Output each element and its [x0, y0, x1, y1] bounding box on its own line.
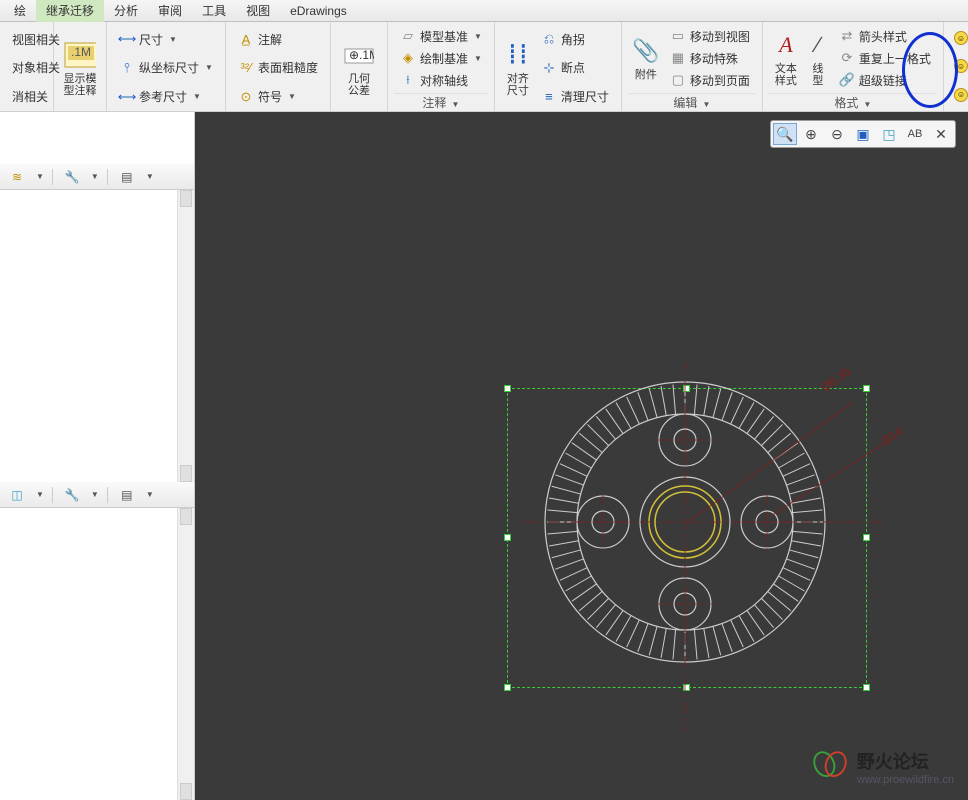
move-special-button[interactable]: ▦移动特殊	[668, 48, 752, 69]
cleanup-icon: ≡	[541, 89, 557, 105]
attachment-icon: 📎	[630, 35, 662, 67]
attachment-button[interactable]: 📎 附件	[628, 25, 664, 91]
refit-icon[interactable]: ▣	[851, 123, 875, 145]
drawing-canvas[interactable]: 🔍 ⊕ ⊖ ▣ ◳ AB ✕	[195, 112, 968, 800]
svg-text:Ø6.35: Ø6.35	[819, 364, 854, 394]
svg-text:⊕.1M: ⊕.1M	[349, 48, 374, 62]
svg-text:.1M: .1M	[71, 45, 91, 59]
smiley-icon: ☺	[954, 59, 968, 73]
surface-icon: ³²∕	[238, 60, 254, 76]
menu-bar: 绘 继承迁移 分析 审阅 工具 视图 eDrawings	[0, 0, 968, 22]
smiley-icon: ☺	[954, 88, 968, 102]
text-icon[interactable]: AB	[903, 123, 927, 145]
menu-item[interactable]: 继承迁移	[36, 0, 104, 22]
group-label-edit: 编辑 ▼	[628, 93, 756, 111]
watermark-url: www.proewildfire.cn	[857, 774, 954, 786]
watermark: 野火论坛 www.proewildfire.cn	[811, 748, 954, 786]
align-icon: ┋┋	[502, 39, 534, 71]
panel-toolbar-top: ≋▼ 🔧▼ ▤▼	[0, 164, 194, 190]
zoom-in-icon[interactable]: ⊕	[799, 123, 823, 145]
model-datum-button[interactable]: ▱模型基准▼	[398, 26, 484, 47]
align-dim-button[interactable]: ┋┋ 对齐 尺寸	[501, 25, 535, 111]
arrow-icon: ⇄	[839, 28, 855, 44]
tools-icon[interactable]: ✕	[929, 123, 953, 145]
list-icon[interactable]: ▤	[116, 485, 138, 505]
ref-dim-icon: ⟷	[119, 89, 135, 105]
svg-text:Ø14: Ø14	[879, 424, 906, 449]
geom-tolerance-button[interactable]: ⊕.1M 几何 公差	[337, 25, 381, 111]
panel-body-top[interactable]	[0, 190, 194, 482]
repeat-icon: ⟳	[839, 50, 855, 66]
break-button[interactable]: ⊹断点	[539, 57, 611, 78]
note-icon: A̲	[238, 31, 254, 47]
note-button[interactable]: A̲注解	[236, 29, 320, 50]
model-annotation-icon: .1M	[64, 39, 96, 71]
move-to-page-button[interactable]: ▢移动到页面	[668, 70, 752, 91]
list-icon[interactable]: ▤	[116, 167, 138, 187]
zoom-window-icon[interactable]: 🔍	[773, 123, 797, 145]
group-label-annotation: 注释 ▼	[394, 93, 488, 111]
ribbon: 视图相关 对象相关 消相关 .1M 显示模 型注释 ⟷尺寸▼ ⫯纵坐标尺寸▼ ⟷…	[0, 22, 968, 112]
arrow-style-button[interactable]: ⇄箭头样式	[837, 26, 933, 47]
break-icon: ⊹	[541, 60, 557, 76]
menu-item[interactable]: 审阅	[148, 0, 192, 22]
ref-dim-button[interactable]: ⟷参考尺寸▼	[117, 86, 215, 107]
model-icon[interactable]: ◫	[6, 485, 28, 505]
zoom-out-icon[interactable]: ⊖	[825, 123, 849, 145]
group-label-format: 格式 ▼	[769, 93, 937, 111]
symbol-button[interactable]: ⊙符号▼	[236, 86, 320, 107]
axis-icon: ⟊	[400, 72, 416, 88]
menu-item[interactable]: 工具	[192, 0, 236, 22]
line-style-icon: ∕	[802, 29, 834, 61]
panel-toolbar-bottom: ◫▼ 🔧▼ ▤▼	[0, 482, 194, 508]
ordinate-icon: ⫯	[119, 60, 135, 76]
workspace: ≋▼ 🔧▼ ▤▼ ◫▼ 🔧▼ ▤▼ 🔍 ⊕ ⊖ ▣ ◳ AB ✕	[0, 112, 968, 800]
jog-icon: ⎌	[541, 31, 557, 47]
ordinate-dim-button[interactable]: ⫯纵坐标尺寸▼	[117, 57, 215, 78]
text-style-icon: A	[770, 29, 802, 61]
panel-body-bottom[interactable]	[0, 508, 194, 800]
tolerance-indicators: ☺-0.1 0 ☺-0.01 -0.01 ☺±0.05	[944, 22, 968, 111]
layer-icon[interactable]: ≋	[6, 167, 28, 187]
show-model-annotations-button[interactable]: .1M 显示模 型注释	[60, 25, 100, 111]
dimension-icon: ⟷	[119, 31, 135, 47]
view-toolbar: 🔍 ⊕ ⊖ ▣ ◳ AB ✕	[770, 120, 956, 148]
smiley-icon: ☺	[954, 31, 968, 45]
draw-datum-button[interactable]: ◈绘制基准▼	[398, 48, 484, 69]
line-style-button[interactable]: ∕ 线 型	[803, 25, 833, 91]
menu-item[interactable]: 分析	[104, 0, 148, 22]
menu-item[interactable]: eDrawings	[280, 1, 357, 21]
datum-icon: ▱	[400, 28, 416, 44]
move-special-icon: ▦	[670, 50, 686, 66]
link-icon: 🔗	[839, 72, 855, 88]
filter-icon[interactable]: 🔧	[61, 485, 83, 505]
move-view-icon: ▭	[670, 28, 686, 44]
surface-finish-button[interactable]: ³²∕表面粗糙度	[236, 57, 320, 78]
symmetry-axis-button[interactable]: ⟊对称轴线	[398, 70, 484, 91]
side-panel: ≋▼ 🔧▼ ▤▼ ◫▼ 🔧▼ ▤▼	[0, 112, 195, 800]
repeat-format-button[interactable]: ⟳重复上一格式	[837, 48, 933, 69]
watermark-logo-icon	[811, 750, 849, 784]
dimension-button[interactable]: ⟷尺寸▼	[117, 29, 215, 50]
gtol-icon: ⊕.1M	[343, 39, 375, 71]
scrollbar[interactable]	[177, 508, 194, 800]
cleanup-dim-button[interactable]: ≡清理尺寸	[539, 86, 611, 107]
jog-button[interactable]: ⎌角拐	[539, 29, 611, 50]
watermark-name: 野火论坛	[857, 748, 954, 774]
symbol-icon: ⊙	[238, 89, 254, 105]
view-icon[interactable]: ◳	[877, 123, 901, 145]
scrollbar[interactable]	[177, 190, 194, 482]
move-page-icon: ▢	[670, 72, 686, 88]
menu-item[interactable]: 绘	[4, 0, 36, 22]
drawing-geometry: Ø6.35 Ø14 8 D4	[515, 362, 915, 762]
hyperlink-button[interactable]: 🔗超级链接	[837, 70, 933, 91]
move-to-view-button[interactable]: ▭移动到视图	[668, 26, 752, 47]
menu-item[interactable]: 视图	[236, 0, 280, 22]
filter-icon[interactable]: 🔧	[61, 167, 83, 187]
draw-datum-icon: ◈	[400, 50, 416, 66]
text-style-button[interactable]: A 文本 样式	[769, 25, 803, 91]
